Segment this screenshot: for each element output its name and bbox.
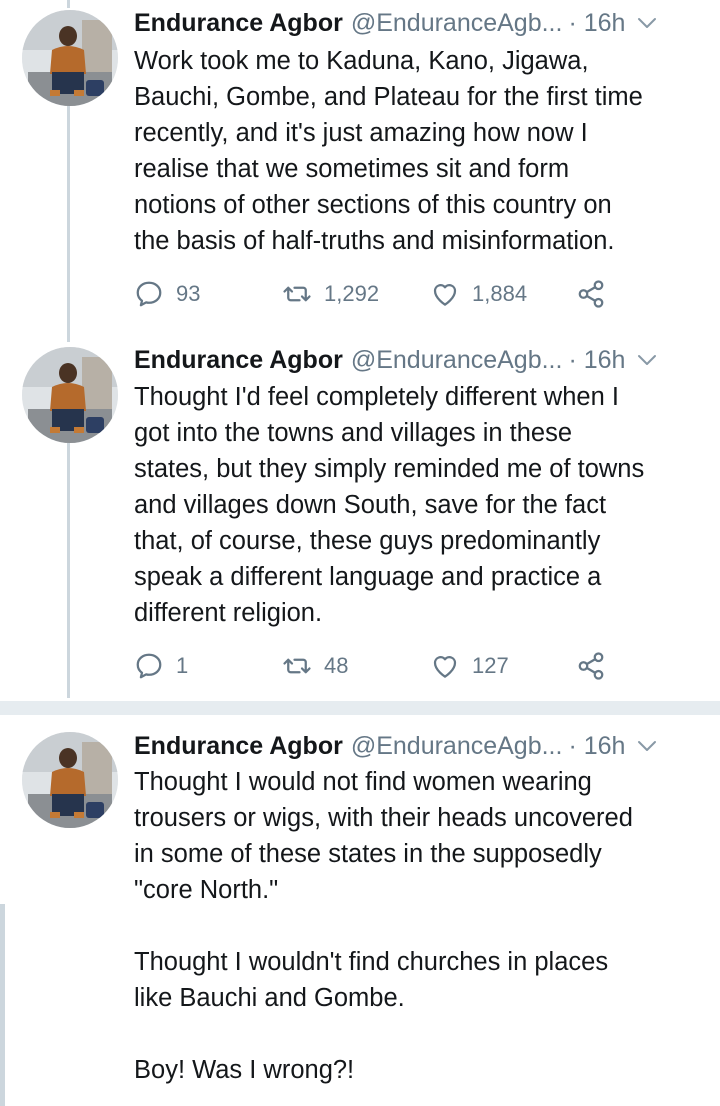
tweet-text: Thought I'd feel completely different wh… [134,383,645,627]
author-name[interactable]: Endurance Agbor [134,726,343,766]
avatar[interactable] [22,10,118,106]
retweet-icon [282,279,312,309]
like-count: 127 [472,653,509,678]
retweet-icon [282,651,312,681]
reply-button[interactable]: 93 [134,274,200,314]
like-button[interactable]: 127 [430,646,509,686]
share-icon [576,651,606,681]
retweet-count: 1,292 [324,281,380,306]
tweet-header: Endurance Agbor @EnduranceAgb... · 16h [134,3,704,43]
share-icon [576,279,606,309]
author-handle[interactable]: @EnduranceAgb... [351,340,563,380]
author-handle[interactable]: @EnduranceAgb... [351,3,563,43]
timestamp[interactable]: · 16h [568,3,625,43]
tweet-text: Thought I would not find women wearing t… [134,768,633,1084]
reply-icon [134,279,164,309]
reply-count: 93 [176,281,201,306]
retweet-count: 48 [324,653,349,678]
tweet-header: Endurance Agbor @EnduranceAgb... · 16h [134,340,704,380]
share-button[interactable] [576,274,618,314]
author-name[interactable]: Endurance Agbor [134,3,343,43]
reply-button[interactable]: 1 [134,646,188,686]
heart-icon [430,651,460,681]
like-count: 1,884 [472,281,528,306]
tweet[interactable]: Endurance Agbor @EnduranceAgb... · 16h T… [0,337,720,702]
tweet-actions: 1 48 127 [134,646,694,686]
reply-icon [134,651,164,681]
profile-photo [22,732,118,828]
retweet-button[interactable]: 48 [282,646,348,686]
tweet-header: Endurance Agbor @EnduranceAgb... · 16h [134,726,704,766]
profile-photo [22,347,118,443]
tweet-actions: 93 1,292 1,884 [134,274,694,314]
tweet[interactable]: Endurance Agbor @EnduranceAgb... · 16h T… [0,722,720,1106]
scroll-edge [0,904,5,1106]
chevron-down-icon[interactable] [637,16,657,30]
tweet-text: Work took me to Kaduna, Kano, Jigawa, Ba… [134,47,643,255]
chevron-down-icon[interactable] [637,353,657,367]
like-button[interactable]: 1,884 [430,274,527,314]
chevron-down-icon[interactable] [637,739,657,753]
timestamp[interactable]: · 16h [568,340,625,380]
avatar[interactable] [22,732,118,828]
profile-photo [22,10,118,106]
share-button[interactable] [576,646,618,686]
retweet-button[interactable]: 1,292 [282,274,379,314]
heart-icon [430,279,460,309]
author-handle[interactable]: @EnduranceAgb... [351,726,563,766]
avatar[interactable] [22,347,118,443]
timestamp[interactable]: · 16h [568,726,625,766]
author-name[interactable]: Endurance Agbor [134,340,343,380]
section-divider [0,701,720,715]
tweet[interactable]: Endurance Agbor @EnduranceAgb... · 16h W… [0,0,720,340]
reply-count: 1 [176,653,189,678]
